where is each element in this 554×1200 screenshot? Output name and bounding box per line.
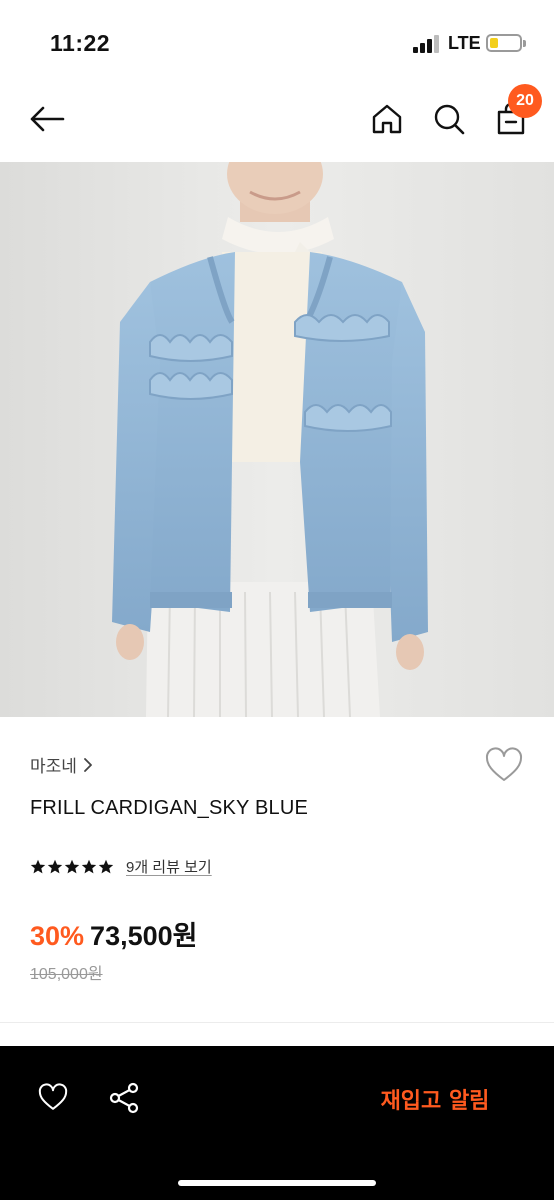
like-button[interactable] bbox=[31, 1076, 75, 1120]
home-button[interactable] bbox=[364, 96, 410, 142]
star-icon bbox=[64, 859, 80, 873]
sale-price: 73,500원 bbox=[90, 921, 198, 951]
brand-name: 마조네 bbox=[30, 757, 77, 776]
top-nav bbox=[0, 80, 554, 162]
signal-icon bbox=[413, 35, 441, 53]
rating-row: 9개 리뷰 보기 bbox=[30, 856, 212, 877]
original-price: 105,000원 bbox=[30, 966, 103, 983]
heart-icon bbox=[485, 747, 523, 781]
network-type: LTE bbox=[448, 33, 481, 53]
discount-rate: 30% bbox=[30, 921, 85, 951]
battery-icon bbox=[486, 34, 526, 52]
wishlist-button[interactable] bbox=[482, 744, 526, 788]
share-icon bbox=[109, 1082, 139, 1114]
product-photo-illustration bbox=[0, 162, 554, 717]
home-icon bbox=[372, 104, 402, 134]
status-bar: 11:22 LTE bbox=[0, 0, 554, 80]
divider bbox=[0, 1022, 554, 1023]
product-image[interactable] bbox=[0, 162, 554, 717]
star-rating bbox=[30, 859, 114, 875]
review-link[interactable]: 9개 리뷰 보기 bbox=[126, 856, 212, 877]
price-row: 30% 73,500원 bbox=[30, 914, 197, 953]
cart-count-badge: 20 bbox=[508, 84, 542, 118]
product-title: FRILL CARDIGAN_SKY BLUE bbox=[30, 797, 309, 819]
bottom-action-bar bbox=[0, 1046, 554, 1200]
star-icon bbox=[30, 859, 46, 873]
search-button[interactable] bbox=[426, 96, 472, 142]
star-icon bbox=[81, 859, 97, 873]
chevron-right-icon bbox=[84, 757, 92, 772]
search-icon bbox=[434, 104, 465, 135]
home-indicator bbox=[178, 1180, 376, 1186]
heart-icon bbox=[38, 1083, 68, 1110]
status-time: 11:22 bbox=[50, 30, 111, 56]
star-icon bbox=[98, 859, 114, 873]
star-icon bbox=[47, 859, 63, 873]
brand-link[interactable]: 마조네 bbox=[30, 752, 93, 777]
back-button[interactable] bbox=[24, 96, 70, 142]
arrow-left-icon bbox=[30, 106, 65, 132]
share-button[interactable] bbox=[102, 1076, 146, 1120]
restock-alert-button[interactable]: 재입고 알림 bbox=[360, 1080, 510, 1118]
